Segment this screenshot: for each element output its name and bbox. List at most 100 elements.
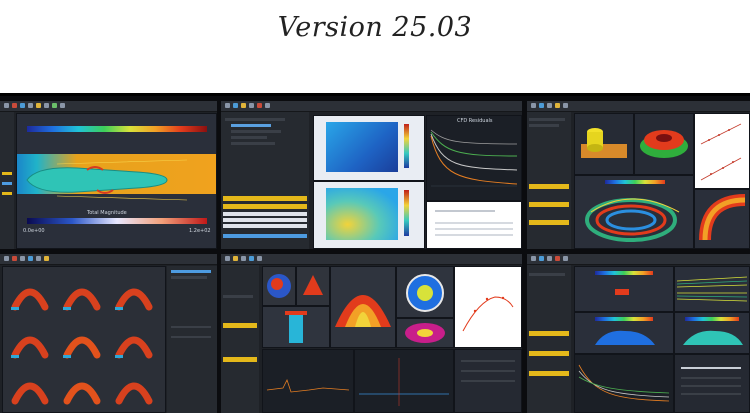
toolbar: [0, 101, 217, 112]
vehicle-body: [26, 159, 188, 201]
toolbar: [221, 254, 522, 265]
viewport-vehicle-top[interactable]: [574, 266, 674, 312]
left-sidebar: [221, 265, 259, 413]
contour-plot-top[interactable]: [313, 115, 425, 181]
viewport-3d[interactable]: Total Magnitude 0.0e+00 1.2e+02: [16, 113, 217, 249]
colorbar-max-label: 1.2e+02: [189, 228, 211, 234]
tree-item[interactable]: [231, 142, 275, 145]
colorbar-min-label: 0.0e+00: [23, 228, 45, 234]
table-row: [681, 377, 741, 379]
timeseries-curve: [359, 358, 449, 406]
sidebar-item[interactable]: [223, 295, 253, 298]
turbine-model: [406, 274, 444, 312]
sidebar-item[interactable]: [529, 351, 569, 356]
right-sidebar: [167, 266, 217, 413]
viewport-box[interactable]: [296, 266, 330, 306]
box-model: [303, 275, 323, 295]
left-sidebar: [527, 112, 571, 249]
viewport-turbine[interactable]: [396, 266, 454, 318]
model-tree: [221, 112, 309, 249]
performance-chart[interactable]: [454, 266, 522, 348]
viewport-grid[interactable]: [2, 266, 166, 413]
table-row: [435, 228, 513, 230]
tree-item[interactable]: [231, 124, 271, 127]
viewport-pipe[interactable]: [694, 189, 750, 249]
tree-item[interactable]: [231, 130, 281, 133]
car-model: [683, 330, 743, 345]
gear-model: [640, 130, 688, 158]
viewport-streamlines[interactable]: [674, 266, 750, 312]
property-row[interactable]: [223, 218, 307, 222]
sidebar-item[interactable]: [2, 192, 12, 195]
sidebar-item[interactable]: [529, 220, 569, 225]
results-table[interactable]: [454, 349, 522, 413]
residuals-chart[interactable]: CFD Residuals: [426, 115, 522, 201]
table-row: [461, 360, 515, 362]
viewport-sphere[interactable]: [262, 266, 296, 306]
convergence-chart[interactable]: [574, 354, 674, 413]
coefficients-table[interactable]: [674, 354, 750, 413]
screenshot-mosaic: Total Magnitude 0.0e+00 1.2e+02 CFD Resi…: [0, 93, 750, 413]
timeseries-chart-middle[interactable]: [354, 349, 454, 413]
toolbar: [0, 254, 217, 265]
panel-cfd-residuals: CFD Residuals: [221, 101, 522, 249]
tree-item[interactable]: [225, 118, 285, 121]
sidebar-item[interactable]: [2, 182, 12, 185]
sidebar-item[interactable]: [529, 371, 569, 376]
sidebar-item[interactable]: [529, 331, 569, 336]
sidebar-item[interactable]: [2, 172, 12, 175]
panel-vehicle-aero: [527, 254, 750, 413]
viewport-column[interactable]: [262, 306, 330, 348]
page-title: Version 25.03: [277, 12, 473, 43]
sidebar-item[interactable]: [171, 336, 211, 338]
contour-colorbar: [404, 190, 409, 236]
sidebar-item[interactable]: [171, 276, 207, 279]
vehicle-model: [615, 289, 629, 295]
viewport-streamlines[interactable]: [574, 175, 694, 249]
toolbar: [527, 101, 750, 112]
panel-structural: [0, 254, 217, 413]
property-row[interactable]: [223, 212, 307, 216]
viewport-cylinder[interactable]: [574, 113, 634, 175]
left-sidebar: [0, 112, 14, 249]
timeseries-curve: [266, 378, 350, 393]
streamline-model: [585, 198, 680, 242]
viewport-fan[interactable]: [330, 266, 396, 348]
viewport-car-side[interactable]: [574, 312, 674, 354]
timeseries-chart-left[interactable]: [262, 349, 354, 413]
sidebar-item[interactable]: [171, 326, 211, 328]
xy-plot-curves: [700, 123, 742, 181]
xy-plot[interactable]: [694, 113, 750, 189]
performance-curve: [462, 296, 514, 332]
properties-header[interactable]: [223, 204, 307, 209]
sidebar-item[interactable]: [171, 270, 211, 273]
viewport-gear[interactable]: [634, 113, 694, 175]
contour-colorbar: [404, 124, 409, 168]
property-row[interactable]: [223, 234, 307, 238]
properties-header[interactable]: [223, 196, 307, 201]
results-table[interactable]: [426, 201, 522, 249]
sidebar-item[interactable]: [529, 202, 569, 207]
panel-flow-simulation: Total Magnitude 0.0e+00 1.2e+02: [0, 101, 217, 249]
viewport-rotor[interactable]: [396, 318, 454, 348]
table-row: [681, 367, 741, 369]
table-row: [461, 380, 515, 382]
table-row: [681, 393, 741, 395]
car-model: [595, 330, 655, 345]
sidebar-item[interactable]: [529, 118, 565, 121]
sphere-model: [267, 274, 291, 298]
tree-item[interactable]: [231, 136, 267, 139]
sidebar-item[interactable]: [223, 357, 257, 362]
viewport-car-pressure[interactable]: [674, 312, 750, 354]
property-row[interactable]: [223, 224, 307, 228]
sidebar-item[interactable]: [223, 323, 257, 328]
sidebar-item[interactable]: [529, 184, 569, 189]
colorbar-bottom: [27, 218, 207, 224]
table-row: [461, 370, 515, 372]
rotor-model: [405, 323, 445, 343]
panel-multiview: [221, 254, 522, 413]
sidebar-item[interactable]: [529, 124, 559, 127]
toolbar: [527, 254, 750, 265]
contour-plot-bottom[interactable]: [313, 181, 425, 249]
sidebar-item[interactable]: [529, 273, 565, 276]
